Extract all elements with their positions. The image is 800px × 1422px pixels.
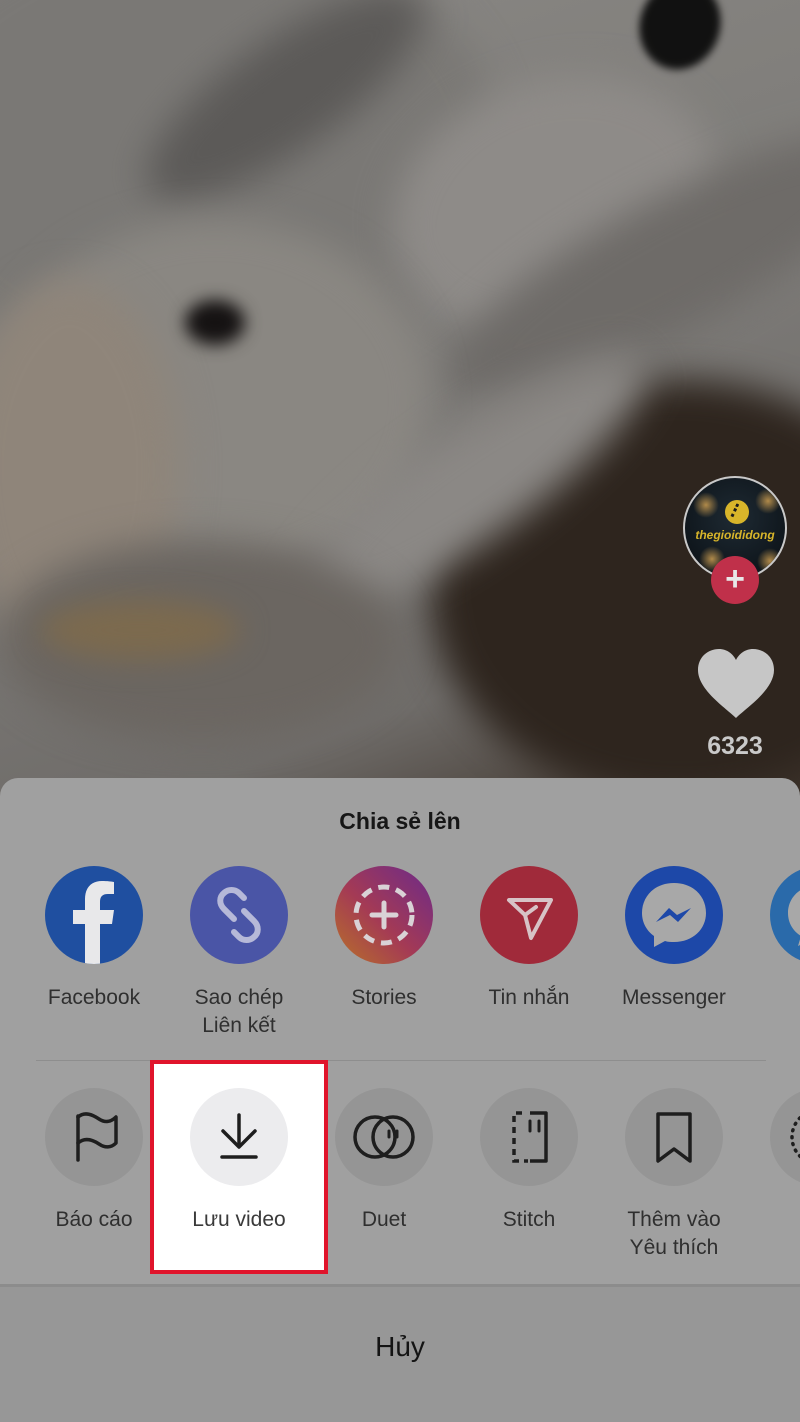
video-frame-region — [40, 600, 240, 660]
link-icon — [190, 866, 288, 964]
flag-icon — [45, 1088, 143, 1186]
heart-icon[interactable] — [696, 648, 776, 720]
save-video-button[interactable]: Lưu video — [169, 1088, 309, 1234]
share-zalo-button[interactable]: Z — [749, 866, 800, 1012]
share-target-label: Sao chép Liên kết — [194, 986, 284, 1037]
share-messenger-button[interactable]: Messenger — [604, 866, 744, 1012]
live-photo-icon — [770, 1088, 800, 1186]
share-facebook-button[interactable]: Facebook — [24, 866, 164, 1012]
messenger-icon — [625, 866, 723, 964]
share-targets-row[interactable]: Facebook Sao chép Liên kết Stories Tin n… — [0, 866, 800, 1066]
send-message-icon — [480, 866, 578, 964]
facebook-icon — [45, 866, 143, 964]
stitch-button[interactable]: Stitch — [459, 1088, 599, 1234]
share-sheet: Chia sẻ lên Facebook Sao chép Liên kết S… — [0, 778, 800, 1422]
share-sheet-title: Chia sẻ lên — [339, 808, 461, 834]
avatar-decoration — [755, 488, 781, 514]
add-to-favorites-button[interactable]: Thêm vào Yêu thích — [604, 1088, 744, 1262]
action-label: Thêm vào Yêu thích — [627, 1208, 721, 1259]
share-stories-button[interactable]: Stories — [314, 866, 454, 1012]
section-divider — [36, 1060, 766, 1061]
action-label: Lưu video — [192, 1208, 286, 1231]
stitch-icon — [480, 1088, 578, 1186]
video-frame-region — [185, 300, 245, 345]
video-frame-region — [627, 0, 733, 81]
share-target-label: Tin nhắn — [488, 986, 570, 1009]
copy-link-button[interactable]: Sao chép Liên kết — [169, 866, 309, 1040]
save-video-highlight: Lưu video — [150, 1060, 328, 1274]
share-target-label: Messenger — [622, 986, 726, 1009]
share-message-button[interactable]: Tin nhắn — [459, 866, 599, 1012]
avatar-decoration — [693, 492, 719, 518]
share-target-label: Facebook — [47, 986, 141, 1009]
action-label: Duet — [361, 1208, 407, 1231]
avatar-brand-text: thegioididong — [695, 528, 775, 542]
report-button[interactable]: Báo cáo — [24, 1088, 164, 1234]
download-icon — [190, 1088, 288, 1186]
cancel-button[interactable]: Hủy — [300, 1317, 500, 1377]
like-count: 6323 — [707, 732, 763, 760]
zalo-icon — [770, 866, 800, 964]
bookmark-icon — [625, 1088, 723, 1186]
stories-add-icon — [335, 866, 433, 964]
share-target-label: Stories — [351, 986, 417, 1009]
actions-row[interactable]: Báo cáo Duet Stitch Thêm vào Yêu thích — [0, 1088, 800, 1288]
action-label: Stitch — [502, 1208, 556, 1231]
duet-icon — [335, 1088, 433, 1186]
duet-button[interactable]: Duet — [314, 1088, 454, 1234]
cancel-bar: Hủy — [0, 1284, 800, 1422]
brand-logo-icon — [725, 500, 749, 524]
action-label: Báo cáo — [55, 1208, 133, 1231]
follow-button[interactable]: + — [711, 556, 759, 604]
avatar-decoration — [757, 548, 783, 574]
live-photo-button[interactable]: Live — [749, 1088, 800, 1234]
plus-icon: + — [725, 559, 745, 598]
